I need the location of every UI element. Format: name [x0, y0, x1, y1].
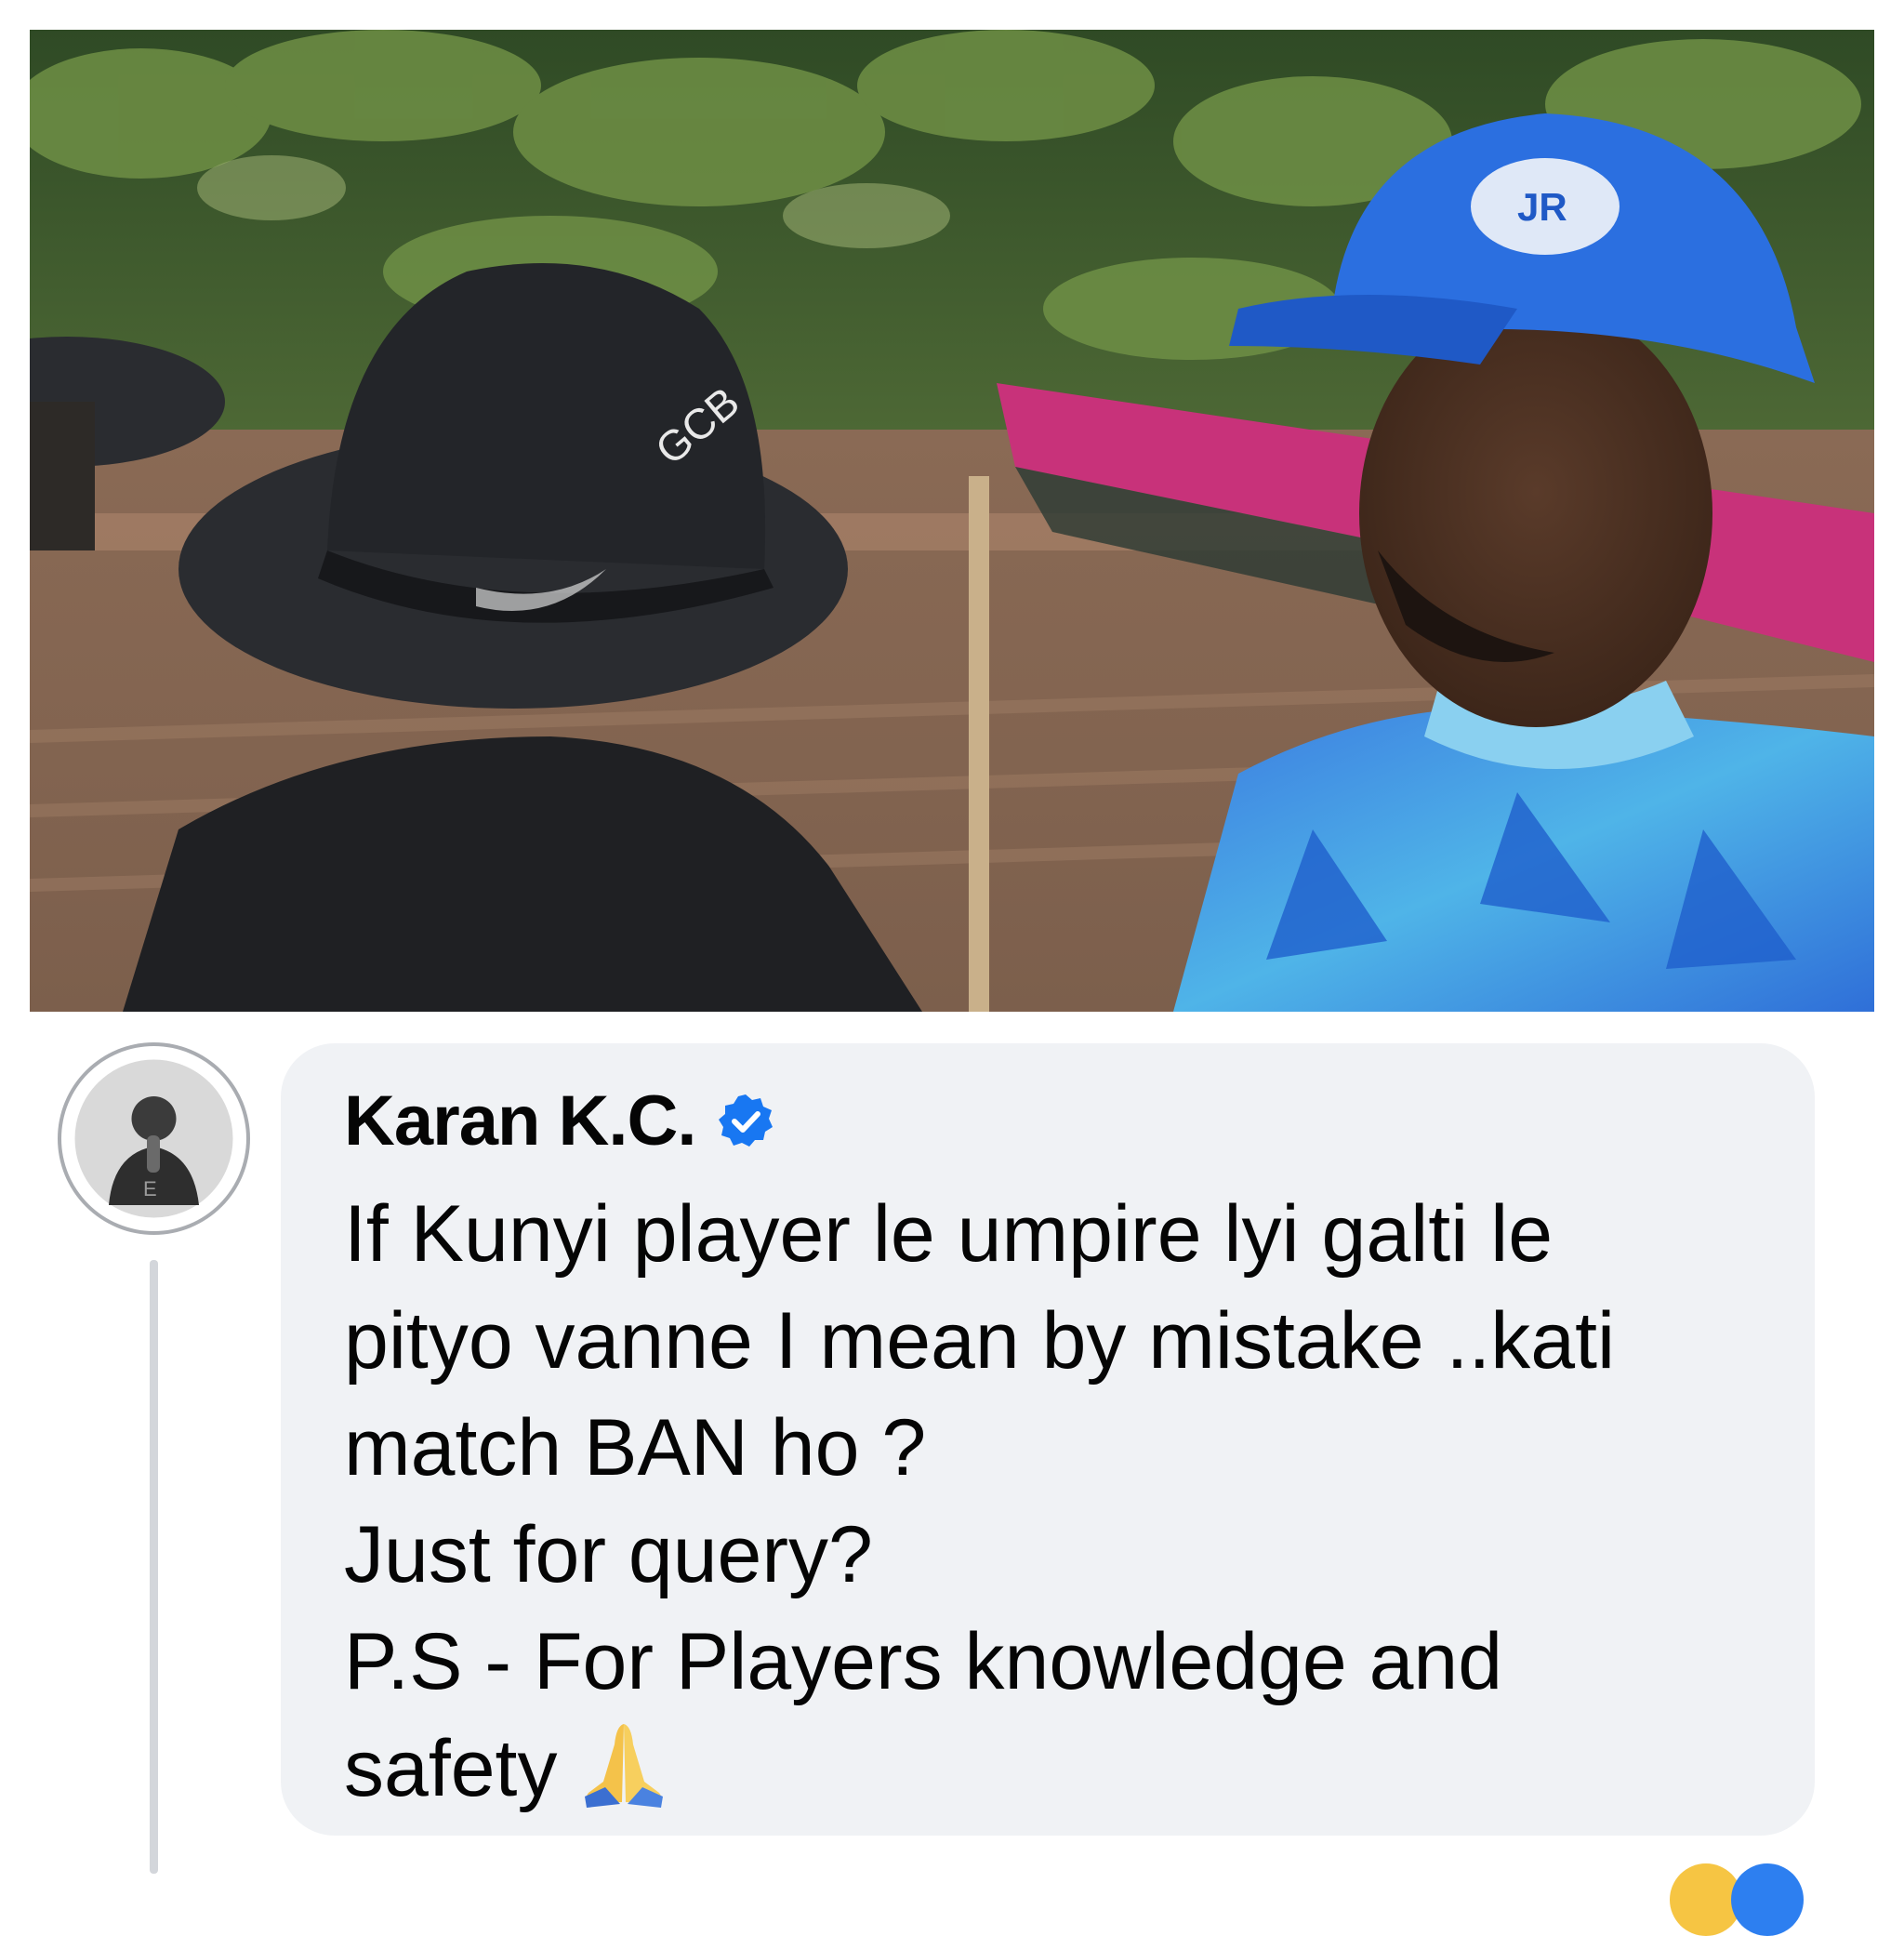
comment-line-last: safety: [344, 1716, 1794, 1823]
comment-text: If Kunyi player le umpire lyi galti le p…: [344, 1181, 1794, 1823]
svg-text:JR: JR: [1517, 185, 1567, 229]
author-name[interactable]: Karan K.C.: [344, 1081, 697, 1161]
comment-bubble: Karan K.C. If Kunyi player le umpire lyi…: [281, 1043, 1815, 1836]
news-photo: GCB JR: [30, 30, 1874, 1012]
reaction-like-icon[interactable]: [1731, 1863, 1804, 1936]
comment-line: If Kunyi player le umpire lyi galti le: [344, 1189, 1554, 1279]
avatar[interactable]: E: [58, 1042, 250, 1235]
comment-line: safety: [344, 1724, 558, 1813]
comment-header: Karan K.C.: [344, 1081, 774, 1161]
comment-line: pityo vanne I mean by mistake ..kati: [344, 1296, 1616, 1386]
verified-badge-icon: [718, 1094, 773, 1147]
thread-line: [150, 1260, 158, 1874]
folded-hands-icon: [585, 1724, 664, 1809]
svg-text:E: E: [143, 1177, 157, 1200]
comment-line: Just for query?: [344, 1510, 873, 1599]
comment-line: match BAN ho ?: [344, 1403, 927, 1492]
comment-line: P.S - For Players knowledge and: [344, 1617, 1503, 1706]
